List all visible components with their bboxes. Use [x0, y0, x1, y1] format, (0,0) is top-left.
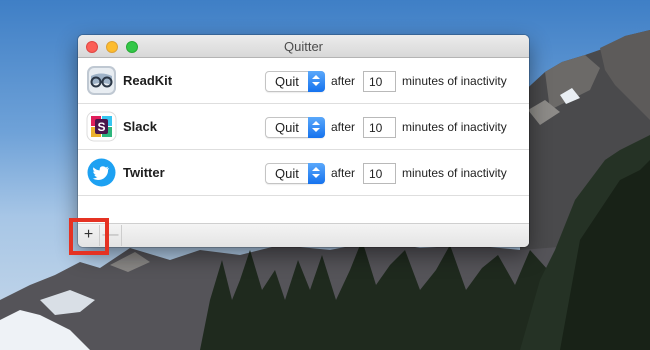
bottom-toolbar: + — [78, 223, 529, 247]
after-label: after [331, 74, 356, 88]
app-row-slack[interactable]: S Slack Quit after minutes of inactivity [78, 104, 529, 150]
stepper-chevrons-icon [308, 117, 325, 138]
after-label: after [331, 166, 356, 180]
twitter-bird-icon [86, 157, 117, 188]
app-list: ReadKit Quit after minutes of inactivity… [78, 58, 529, 196]
action-select-value: Quit [275, 120, 299, 135]
app-name: Twitter [123, 165, 165, 180]
title-bar: Quitter [78, 35, 529, 58]
window-title: Quitter [283, 39, 323, 54]
svg-text:S: S [97, 120, 105, 134]
stepper-chevrons-icon [308, 163, 325, 184]
inactivity-label: minutes of inactivity [402, 74, 507, 88]
app-name: ReadKit [123, 73, 173, 88]
app-row-twitter[interactable]: Twitter Quit after minutes of inactivity [78, 150, 529, 196]
app-row-readkit[interactable]: ReadKit Quit after minutes of inactivity [78, 58, 529, 104]
action-select[interactable]: Quit [265, 71, 325, 92]
minutes-field[interactable] [363, 163, 396, 184]
inactivity-label: minutes of inactivity [402, 120, 507, 134]
after-label: after [331, 120, 356, 134]
action-select-value: Quit [275, 166, 299, 181]
app-name: Slack [123, 119, 157, 134]
readkit-glasses-icon [86, 65, 117, 96]
slack-logo-icon: S [86, 111, 117, 142]
action-select[interactable]: Quit [265, 163, 325, 184]
quitter-window: Quitter ReadKit Quit after mi [78, 35, 529, 247]
highlight-box [69, 218, 109, 255]
minutes-field[interactable] [363, 117, 396, 138]
minutes-field[interactable] [363, 71, 396, 92]
action-select-value: Quit [275, 74, 299, 89]
stepper-chevrons-icon [308, 71, 325, 92]
action-select[interactable]: Quit [265, 117, 325, 138]
inactivity-label: minutes of inactivity [402, 166, 507, 180]
